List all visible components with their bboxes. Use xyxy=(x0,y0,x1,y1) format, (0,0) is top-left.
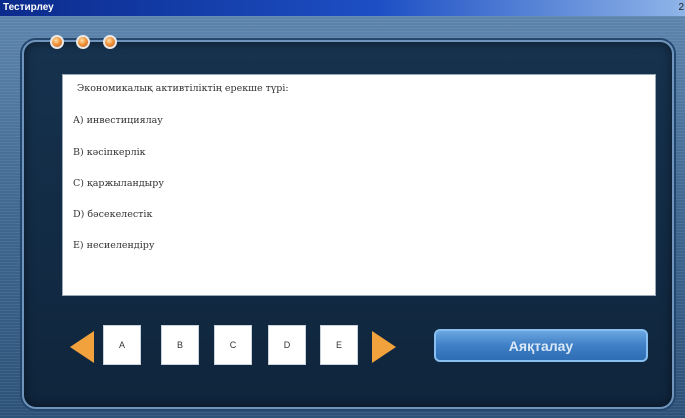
answer-option-b: B) кәсіпкерлік xyxy=(73,147,146,158)
orb-icon xyxy=(50,35,64,49)
answer-button-c[interactable]: C xyxy=(214,325,252,365)
answer-button-a[interactable]: A xyxy=(103,325,141,365)
answer-option-d: D) бәсекелестік xyxy=(73,209,153,220)
window-title: Тестирлеу xyxy=(3,2,54,13)
next-arrow-icon[interactable] xyxy=(372,331,396,363)
answer-option-a: A) инвестициялау xyxy=(73,115,163,126)
answer-button-d[interactable]: D xyxy=(268,325,306,365)
answer-button-e[interactable]: E xyxy=(320,325,358,365)
question-text: Экономикалық активтіліктің ерекше түрі: xyxy=(77,83,289,94)
orb-icon xyxy=(103,35,117,49)
window-title-bar: Тестирлеу 2 xyxy=(0,0,685,16)
question-box: Экономикалық активтіліктің ерекше түрі: … xyxy=(62,74,656,296)
answer-button-b[interactable]: B xyxy=(161,325,199,365)
window-corner-number: 2 xyxy=(678,2,684,13)
answer-option-c: C) қаржыландыру xyxy=(73,178,164,189)
orb-icon xyxy=(76,35,90,49)
answer-option-e: E) несиелендіру xyxy=(73,240,155,251)
finish-button[interactable]: Аяқталау xyxy=(434,329,648,362)
previous-arrow-icon[interactable] xyxy=(70,331,94,363)
